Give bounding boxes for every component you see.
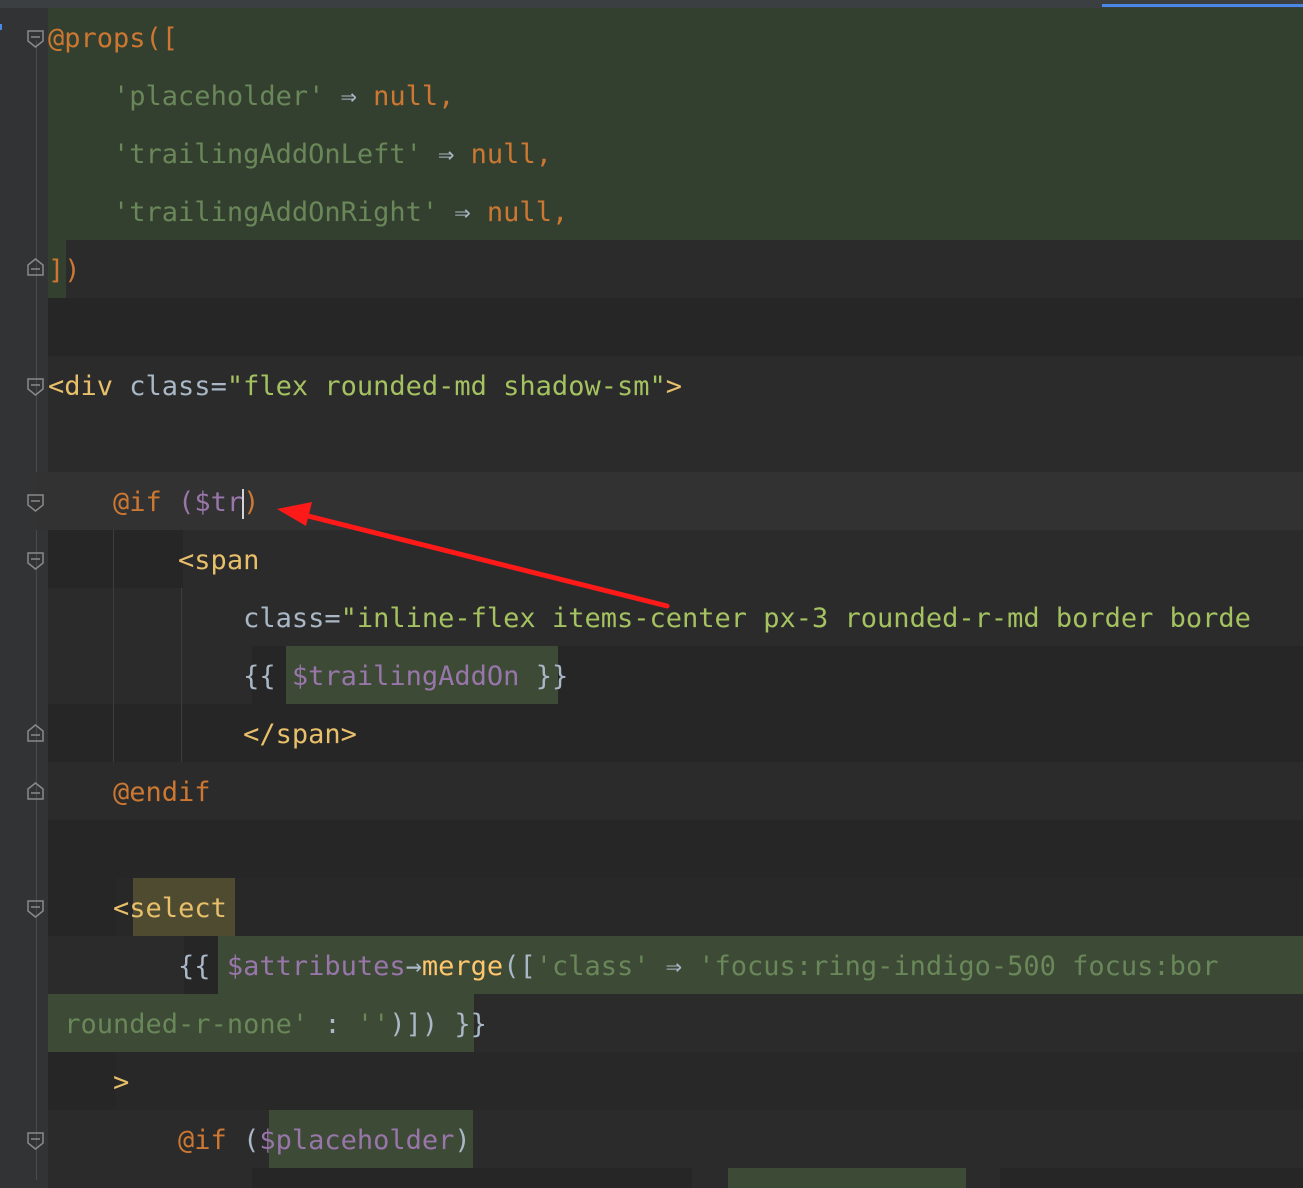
code-line[interactable]: ]) bbox=[48, 242, 81, 300]
fold-end-icon[interactable] bbox=[27, 258, 44, 276]
code-line[interactable]: <span bbox=[48, 532, 259, 590]
placeholder-variable: $placeholder bbox=[259, 1125, 455, 1156]
if-condition: ($tr bbox=[161, 487, 244, 518]
attribute-name: class= bbox=[113, 371, 227, 402]
code-line[interactable]: 'trailingAddOnLeft' ⇒ null, bbox=[48, 126, 552, 184]
line-bg bbox=[116, 1052, 1303, 1110]
line-bg bbox=[1000, 1168, 1303, 1188]
fold-toggle-icon[interactable] bbox=[27, 1132, 44, 1150]
array-key: 'trailingAddOnRight' bbox=[113, 197, 439, 228]
attributes-variable: $attributes bbox=[226, 951, 406, 982]
gutter-fold-line bbox=[36, 40, 37, 1180]
code-line[interactable]: class="inline-flex items-center px-3 rou… bbox=[48, 590, 1251, 648]
fat-arrow: ⇒ bbox=[324, 81, 374, 112]
array-key: 'class' bbox=[535, 951, 650, 982]
merge-method: merge bbox=[421, 951, 504, 982]
fold-toggle-icon[interactable] bbox=[27, 378, 44, 396]
attribute-value: "inline-flex items-center px-3 rounded-r… bbox=[340, 603, 1251, 634]
code-line[interactable]: {{ $attributes→merge(['class' ⇒ 'focus:r… bbox=[48, 938, 1218, 996]
code-line-current[interactable]: @if ($tr) bbox=[48, 474, 259, 532]
div-open-tag: <div bbox=[48, 371, 114, 402]
empty-line-bg bbox=[48, 820, 1303, 878]
echo-variable: $trailingAddOn bbox=[291, 661, 520, 692]
code-line[interactable]: <select bbox=[48, 880, 227, 938]
if-directive: @if bbox=[178, 1125, 227, 1156]
active-tab-indicator bbox=[1102, 4, 1303, 7]
code-line[interactable]: > bbox=[48, 1054, 129, 1112]
span-open-tag: <span bbox=[178, 545, 260, 576]
fold-toggle-icon[interactable] bbox=[27, 900, 44, 918]
line-bg bbox=[252, 1168, 692, 1188]
attribute-name: class= bbox=[243, 603, 341, 634]
code-line[interactable]: @props([ bbox=[48, 10, 178, 68]
word-highlight bbox=[728, 1168, 966, 1188]
bracket: ]) bbox=[48, 255, 81, 286]
fold-toggle-icon[interactable] bbox=[27, 494, 44, 512]
line-bg bbox=[48, 878, 1303, 936]
code-line[interactable]: </span> bbox=[48, 706, 357, 764]
code-line[interactable]: {{ $trailingAddOn }} bbox=[48, 648, 568, 706]
null-value: null bbox=[373, 81, 439, 112]
props-directive: @props bbox=[48, 23, 146, 54]
gutter-marker bbox=[0, 24, 2, 30]
array-key: 'trailingAddOnLeft' bbox=[113, 139, 422, 170]
code-line[interactable]: @endif bbox=[48, 764, 211, 822]
span-close-tag: </span> bbox=[243, 719, 357, 750]
class-string: rounded-r-none' bbox=[64, 1009, 309, 1040]
fold-end-icon[interactable] bbox=[27, 782, 44, 800]
fold-end-icon[interactable] bbox=[27, 724, 44, 742]
empty-line-bg bbox=[48, 298, 1303, 356]
code-line[interactable]: 'placeholder' ⇒ null, bbox=[48, 68, 454, 126]
fold-toggle-icon[interactable] bbox=[27, 30, 44, 48]
code-line[interactable]: @if ($placeholder) bbox=[48, 1112, 471, 1170]
null-value: null bbox=[486, 197, 552, 228]
fat-arrow: ⇒ bbox=[438, 197, 487, 228]
code-editor[interactable]: @props([ 'placeholder' ⇒ null, 'trailing… bbox=[0, 0, 1303, 1188]
code-line-wrapped[interactable]: rounded-r-none' : '')]) }} bbox=[48, 996, 487, 1054]
code-line[interactable]: <div class="flex rounded-md shadow-sm"> bbox=[48, 358, 682, 416]
class-string: 'focus:ring-indigo-500 focus:bor bbox=[698, 951, 1219, 982]
fat-arrow: ⇒ bbox=[421, 139, 471, 170]
code-line[interactable]: 'trailingAddOnRight' ⇒ null, bbox=[48, 184, 568, 242]
select-tag: select bbox=[129, 893, 227, 924]
if-directive: @if bbox=[113, 487, 162, 518]
bracket: ([ bbox=[145, 23, 179, 54]
null-value: null bbox=[470, 139, 536, 170]
array-key: 'placeholder' bbox=[113, 81, 325, 112]
endif-directive: @endif bbox=[113, 777, 211, 808]
editor-gutter bbox=[0, 8, 48, 1188]
fold-toggle-icon[interactable] bbox=[27, 552, 44, 570]
attribute-value: "flex rounded-md shadow-sm" bbox=[226, 371, 666, 402]
